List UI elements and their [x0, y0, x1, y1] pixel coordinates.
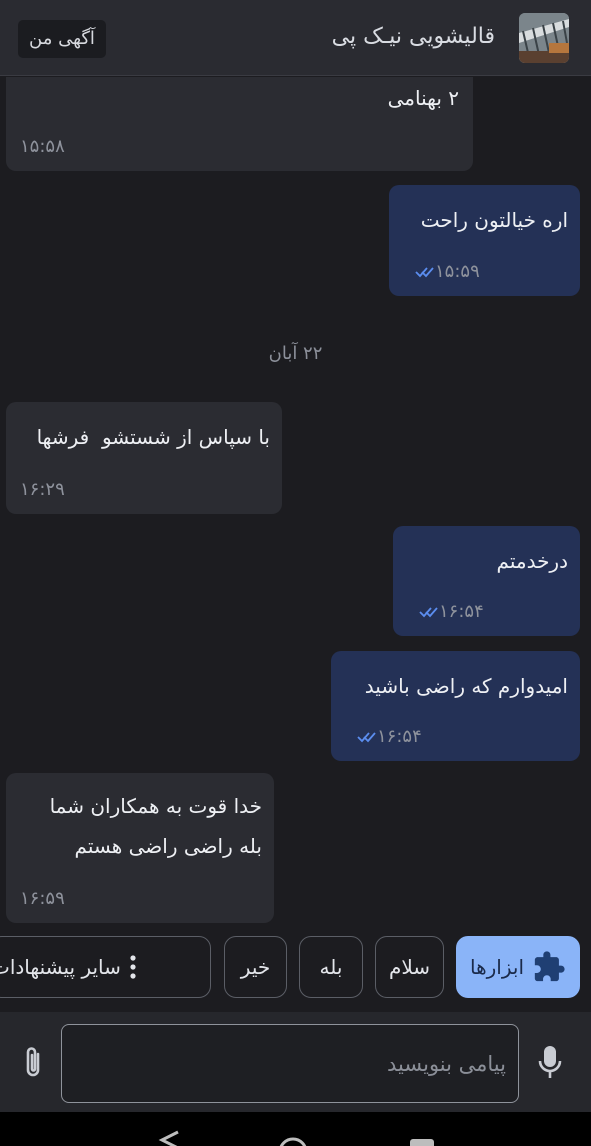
suggestion-chips: ابزارها سلام بله خیر سایر پیشنهادات — [0, 934, 591, 1002]
message-composer — [0, 1012, 591, 1112]
more-suggestions-label: سایر پیشنهادات — [0, 955, 121, 979]
message-list[interactable]: ۲ بهنامی ۱۵:۵۸ اره خیالتون راحت ۱۵:۵۹ ۲۲… — [0, 77, 591, 932]
read-ticks-icon — [419, 607, 438, 618]
more-suggestions-chip[interactable]: سایر پیشنهادات — [0, 936, 211, 998]
paperclip-icon — [26, 1047, 40, 1077]
message-input[interactable] — [62, 1025, 518, 1102]
suggestion-chip[interactable]: سلام — [375, 936, 444, 998]
more-vertical-icon — [129, 954, 137, 980]
message-input-box[interactable] — [61, 1024, 519, 1103]
message-time: ۱۵:۵۹ — [407, 261, 480, 282]
read-ticks-icon — [357, 732, 376, 743]
message-outgoing[interactable]: امیدوارم که راضی باشید ۱۶:۵۴ — [331, 651, 580, 761]
chat-header: قالیشویی نیـک پی آگهی من — [0, 0, 591, 76]
message-incoming[interactable]: خدا قوت به همکاران شما بله راضی راضی هست… — [6, 773, 274, 923]
message-text-line: بله راضی راضی هستم — [74, 834, 262, 858]
read-ticks-icon — [415, 267, 434, 278]
message-outgoing[interactable]: اره خیالتون راحت ۱۵:۵۹ — [389, 185, 580, 296]
message-time: ۱۶:۵۹ — [20, 888, 65, 909]
message-text: امیدوارم که راضی باشید — [364, 674, 568, 698]
suggestion-chip[interactable]: خیر — [224, 936, 287, 998]
message-text-line: خدا قوت به همکاران شما — [49, 794, 262, 818]
puzzle-icon — [532, 950, 566, 984]
recents-nav-icon[interactable] — [410, 1139, 434, 1146]
tools-chip[interactable]: ابزارها — [456, 936, 580, 998]
message-time: ۱۶:۲۹ — [20, 479, 65, 500]
message-text: اره خیالتون راحت — [420, 208, 568, 232]
message-text: درخدمتم — [496, 549, 568, 573]
date-separator: ۲۲ آبان — [268, 343, 323, 364]
mic-button[interactable] — [530, 1040, 570, 1086]
message-incoming[interactable]: ۲ بهنامی ۱۵:۵۸ — [6, 77, 473, 171]
message-time: ۱۶:۵۴ — [411, 601, 484, 622]
message-outgoing[interactable]: درخدمتم ۱۶:۵۴ — [393, 526, 580, 636]
avatar[interactable] — [519, 13, 569, 63]
message-text: ۲ بهنامی — [387, 86, 459, 110]
message-text: با سپاس از شستشو فرشها — [36, 425, 270, 449]
business-photo-icon — [519, 13, 569, 63]
message-incoming[interactable]: با سپاس از شستشو فرشها ۱۶:۲۹ — [6, 402, 282, 514]
my-ad-button[interactable]: آگهی من — [18, 20, 106, 58]
message-time: ۱۶:۵۴ — [349, 726, 422, 747]
system-nav-bar — [0, 1112, 591, 1146]
chat-title: قالیشویی نیـک پی — [331, 24, 495, 49]
attach-button[interactable] — [14, 1042, 52, 1084]
tools-chip-label: ابزارها — [470, 955, 525, 979]
home-nav-icon[interactable] — [279, 1137, 307, 1146]
microphone-icon — [538, 1046, 562, 1078]
back-nav-icon[interactable] — [158, 1130, 179, 1146]
message-time: ۱۵:۵۸ — [20, 136, 65, 157]
suggestion-chip[interactable]: بله — [299, 936, 363, 998]
